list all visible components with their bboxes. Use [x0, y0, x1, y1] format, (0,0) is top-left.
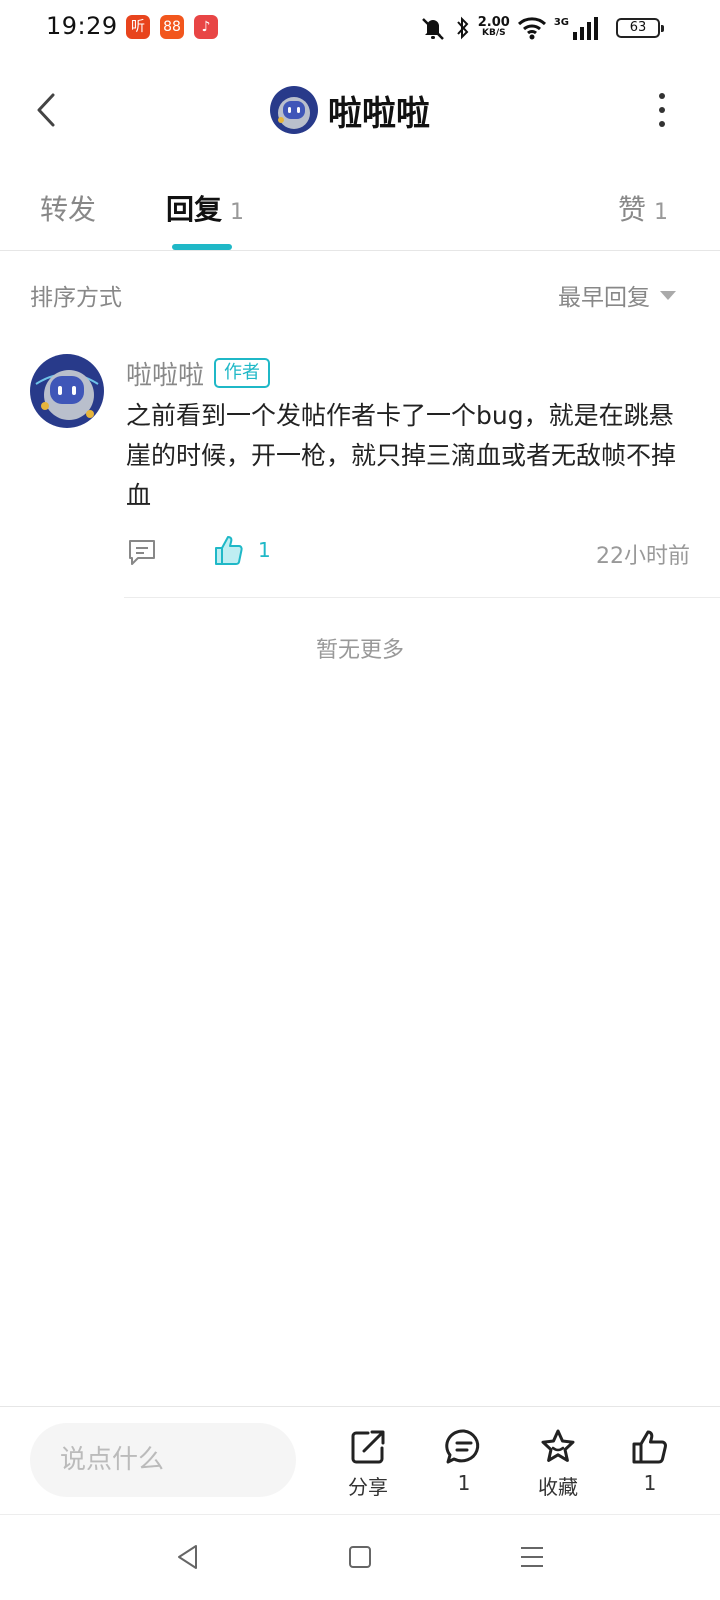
comment-input[interactable] — [30, 1423, 296, 1497]
sort-selected-value: 最早回复 — [558, 285, 650, 311]
sort-label: 排序方式 — [30, 285, 122, 311]
tab-like-count: 1 — [654, 200, 668, 225]
avatar[interactable] — [30, 354, 104, 428]
chevron-left-icon — [37, 93, 55, 127]
top-app-bar: 啦啦啦 — [0, 72, 720, 148]
sort-dropdown[interactable]: 最早回复 — [558, 278, 676, 312]
reply-text[interactable]: 之前看到一个发帖作者卡了一个bug，就是在跳悬崖的时候，开一枪，就只掉三滴血或者… — [126, 396, 686, 516]
bluetooth-icon — [457, 16, 469, 40]
sort-row: 排序方式 最早回复 — [0, 276, 720, 312]
nav-menu-button[interactable] — [508, 1533, 556, 1581]
notification-app-icon: 听 — [126, 15, 150, 39]
tab-like[interactable]: 赞 1 — [618, 188, 668, 228]
share-button[interactable]: 分享 — [328, 1427, 408, 1500]
comment-button[interactable]: 1 — [424, 1427, 504, 1495]
back-button[interactable] — [24, 86, 68, 134]
comment-bubble-icon — [445, 1429, 480, 1464]
more-options-button[interactable] — [648, 92, 676, 128]
net-speed: 2.00 KB/S — [477, 15, 510, 38]
status-bar: 19:29 听 88 ♪ 2.00 KB/S 3G 63 — [0, 0, 720, 56]
thumbs-up-icon — [632, 1430, 667, 1464]
square-home-icon — [349, 1546, 371, 1568]
nav-back-button[interactable] — [164, 1533, 212, 1581]
favorite-button[interactable]: 收藏 — [518, 1427, 598, 1500]
menu-lines-icon — [521, 1547, 543, 1567]
reply-author-name[interactable]: 啦啦啦 — [126, 355, 204, 392]
favorite-label: 收藏 — [538, 1475, 578, 1499]
more-vertical-icon — [659, 93, 665, 99]
divider — [124, 597, 720, 598]
no-more-text: 暂无更多 — [315, 638, 404, 663]
wifi-icon — [517, 17, 546, 40]
comment-count: 1 — [457, 1471, 471, 1495]
notification-app-icon: 88 — [160, 15, 184, 39]
system-nav-bar — [0, 1515, 720, 1600]
caret-down-icon — [660, 290, 676, 300]
divider — [0, 250, 720, 251]
star-icon — [541, 1429, 575, 1462]
thumbs-up-icon — [215, 536, 243, 565]
like-count: 1 — [258, 538, 271, 562]
post-like-count: 1 — [643, 1471, 657, 1495]
share-icon — [351, 1430, 385, 1464]
tab-reply[interactable]: 回复 1 — [166, 188, 244, 228]
tab-forward[interactable]: 转发 — [40, 188, 96, 228]
status-time: 19:29 — [46, 12, 118, 40]
notification-app-icon: ♪ — [194, 15, 218, 39]
battery-icon: 63 — [616, 18, 664, 38]
post-author[interactable]: 啦啦啦 — [270, 84, 430, 136]
avatar[interactable] — [270, 86, 318, 134]
page-title: 啦啦啦 — [328, 93, 430, 134]
like-button[interactable]: 1 — [214, 534, 271, 566]
author-badge: 作者 — [214, 358, 271, 388]
nav-home-button[interactable] — [336, 1533, 384, 1581]
reply-timestamp: 22小时前 — [596, 544, 690, 569]
bottom-action-bar: 分享 1 收藏 1 — [0, 1406, 720, 1514]
network-type: 3G — [553, 16, 569, 28]
triangle-back-icon — [178, 1545, 197, 1569]
tab-bar: 转发 回复 1 赞 1 — [0, 180, 720, 250]
tab-reply-count: 1 — [230, 200, 245, 225]
like-post-button[interactable]: 1 — [610, 1427, 690, 1495]
share-label: 分享 — [348, 1475, 388, 1499]
signal-icon — [573, 17, 598, 40]
mute-bell-icon — [421, 18, 444, 40]
comment-icon[interactable] — [126, 536, 158, 568]
reply-author-row: 啦啦啦 作者 — [126, 355, 271, 392]
reply-actions: 1 22小时前 — [126, 532, 690, 572]
